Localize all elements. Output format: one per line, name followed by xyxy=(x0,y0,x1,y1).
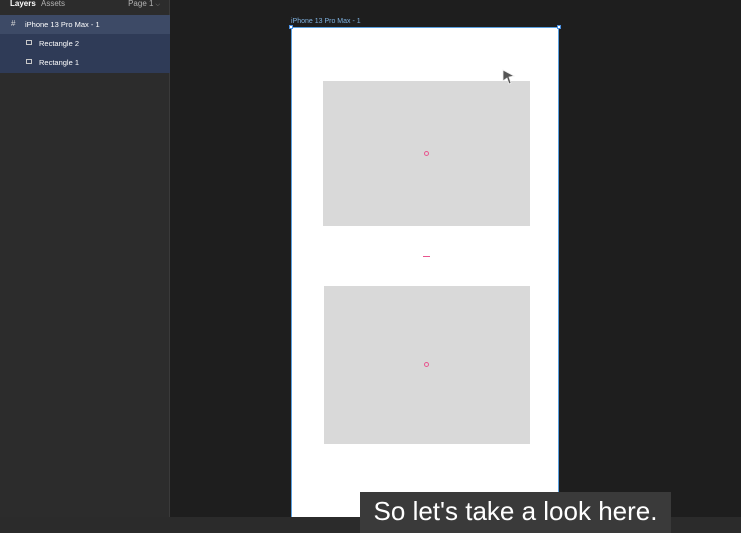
spacing-indicator xyxy=(423,256,430,257)
frame-icon: # xyxy=(11,19,16,28)
layer-item-label: Rectangle 2 xyxy=(39,39,80,48)
layer-item-frame[interactable]: # iPhone 13 Pro Max - 1 xyxy=(0,15,170,34)
center-marker-rectangle-1 xyxy=(424,362,429,367)
layers-panel: Layers Assets Page 1 ⌵ # iPhone 13 Pro Ma… xyxy=(0,0,170,517)
video-caption: So let's take a look here. xyxy=(360,492,671,533)
resize-handle-top-right[interactable] xyxy=(557,25,561,29)
chevron-down-icon: ⌵ xyxy=(155,2,160,8)
rectangle-icon xyxy=(26,59,32,64)
rectangle-icon xyxy=(26,40,32,45)
resize-handle-top-left[interactable] xyxy=(289,25,293,29)
center-marker-rectangle-2 xyxy=(424,151,429,156)
tab-layers[interactable]: Layers xyxy=(10,0,36,9)
frame-title-label[interactable]: iPhone 13 Pro Max - 1 xyxy=(291,18,361,26)
page-selector-label: Page 1 xyxy=(128,0,154,8)
layer-item-rectangle-2[interactable]: Rectangle 2 xyxy=(0,34,170,53)
layer-item-label: Rectangle 1 xyxy=(39,58,80,67)
page-selector[interactable]: Page 1 ⌵ xyxy=(128,0,160,10)
mouse-cursor-icon xyxy=(502,69,516,85)
panel-tabs: Layers Assets Page 1 ⌵ xyxy=(0,0,170,14)
layer-item-rectangle-1[interactable]: Rectangle 1 xyxy=(0,53,170,73)
layer-item-label: iPhone 13 Pro Max - 1 xyxy=(25,20,100,29)
tab-assets[interactable]: Assets xyxy=(41,0,65,9)
